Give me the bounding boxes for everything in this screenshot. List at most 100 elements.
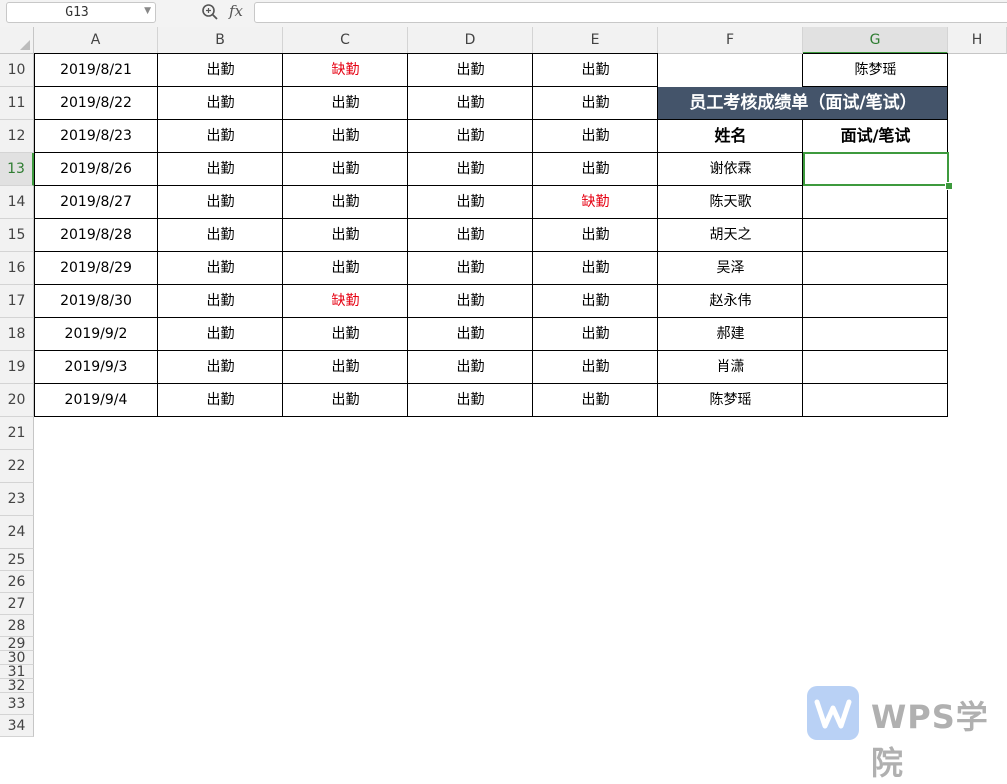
cell-c18[interactable]: 出勤 [283, 318, 408, 351]
cell-e10[interactable]: 出勤 [533, 54, 658, 87]
cell-a13[interactable]: 2019/8/26 [34, 153, 158, 186]
cell-b18[interactable]: 出勤 [158, 318, 283, 351]
row-header-28[interactable]: 28 [0, 615, 34, 637]
cell-c20[interactable]: 出勤 [283, 384, 408, 417]
fx-icon[interactable]: fx [229, 2, 243, 20]
cell-a14[interactable]: 2019/8/27 [34, 186, 158, 219]
cell-a17[interactable]: 2019/8/30 [34, 285, 158, 318]
cell-f17[interactable]: 赵永伟 [658, 285, 803, 318]
cell-g12[interactable]: 面试/笔试 [803, 120, 948, 153]
row-header-21[interactable]: 21 [0, 417, 34, 450]
cell-e20[interactable]: 出勤 [533, 384, 658, 417]
row-header-20[interactable]: 20 [0, 384, 34, 417]
cell-e11[interactable]: 出勤 [533, 87, 658, 120]
cell-d13[interactable]: 出勤 [408, 153, 533, 186]
row-header-32[interactable]: 32 [0, 679, 34, 693]
cell-d19[interactable]: 出勤 [408, 351, 533, 384]
row-header-17[interactable]: 17 [0, 285, 34, 318]
cell-c15[interactable]: 出勤 [283, 219, 408, 252]
cell-e12[interactable]: 出勤 [533, 120, 658, 153]
cell-b15[interactable]: 出勤 [158, 219, 283, 252]
cell-d12[interactable]: 出勤 [408, 120, 533, 153]
column-header-a[interactable]: A [34, 27, 158, 54]
cell-d11[interactable]: 出勤 [408, 87, 533, 120]
row-header-12[interactable]: 12 [0, 120, 34, 153]
row-header-34[interactable]: 34 [0, 715, 34, 737]
row-header-16[interactable]: 16 [0, 252, 34, 285]
cell-a12[interactable]: 2019/8/23 [34, 120, 158, 153]
row-header-27[interactable]: 27 [0, 593, 34, 615]
row-header-15[interactable]: 15 [0, 219, 34, 252]
cell-e19[interactable]: 出勤 [533, 351, 658, 384]
column-header-e[interactable]: E [533, 27, 658, 54]
cell-e17[interactable]: 出勤 [533, 285, 658, 318]
row-header-30[interactable]: 30 [0, 651, 34, 665]
cell-e16[interactable]: 出勤 [533, 252, 658, 285]
row-header-18[interactable]: 18 [0, 318, 34, 351]
cell-e14[interactable]: 缺勤 [533, 186, 658, 219]
chevron-down-icon[interactable]: ▼ [144, 6, 151, 16]
cell-b10[interactable]: 出勤 [158, 54, 283, 87]
cell-a19[interactable]: 2019/9/3 [34, 351, 158, 384]
cell-a11[interactable]: 2019/8/22 [34, 87, 158, 120]
row-header-13[interactable]: 13 [0, 153, 34, 186]
cell-b16[interactable]: 出勤 [158, 252, 283, 285]
cell-c10[interactable]: 缺勤 [283, 54, 408, 87]
row-header-33[interactable]: 33 [0, 693, 34, 715]
cell-a10[interactable]: 2019/8/21 [34, 54, 158, 87]
cell-b14[interactable]: 出勤 [158, 186, 283, 219]
cell-f16[interactable]: 吴泽 [658, 252, 803, 285]
cell-e18[interactable]: 出勤 [533, 318, 658, 351]
cell-e13[interactable]: 出勤 [533, 153, 658, 186]
formula-input[interactable] [254, 2, 1007, 23]
cell-a20[interactable]: 2019/9/4 [34, 384, 158, 417]
row-header-22[interactable]: 22 [0, 450, 34, 483]
cell-c17[interactable]: 缺勤 [283, 285, 408, 318]
cell-d16[interactable]: 出勤 [408, 252, 533, 285]
column-header-b[interactable]: B [158, 27, 283, 54]
fill-handle[interactable] [945, 182, 953, 190]
cell-b12[interactable]: 出勤 [158, 120, 283, 153]
column-header-f[interactable]: F [658, 27, 803, 54]
row-header-11[interactable]: 11 [0, 87, 34, 120]
cell-d17[interactable]: 出勤 [408, 285, 533, 318]
cell-b13[interactable]: 出勤 [158, 153, 283, 186]
cell-f15[interactable]: 胡天之 [658, 219, 803, 252]
cell-f10[interactable] [658, 54, 803, 87]
cell-g15[interactable] [803, 219, 948, 252]
select-all-corner[interactable] [0, 27, 34, 54]
cell-g17[interactable] [803, 285, 948, 318]
cell-b19[interactable]: 出勤 [158, 351, 283, 384]
cell-g14[interactable] [803, 186, 948, 219]
cell-d15[interactable]: 出勤 [408, 219, 533, 252]
cell-f12[interactable]: 姓名 [658, 120, 803, 153]
cell-b11[interactable]: 出勤 [158, 87, 283, 120]
column-header-g[interactable]: G [803, 27, 948, 54]
cell-d20[interactable]: 出勤 [408, 384, 533, 417]
cell-d14[interactable]: 出勤 [408, 186, 533, 219]
cell-c13[interactable]: 出勤 [283, 153, 408, 186]
cell-f13[interactable]: 谢依霖 [658, 153, 803, 186]
column-header-c[interactable]: C [283, 27, 408, 54]
column-header-h[interactable]: H [948, 27, 1007, 54]
merged-title-cell[interactable]: 员工考核成绩单（面试/笔试） [658, 87, 948, 120]
cell-d18[interactable]: 出勤 [408, 318, 533, 351]
row-header-19[interactable]: 19 [0, 351, 34, 384]
cell-c16[interactable]: 出勤 [283, 252, 408, 285]
cell-f19[interactable]: 肖潇 [658, 351, 803, 384]
column-header-d[interactable]: D [408, 27, 533, 54]
cell-a18[interactable]: 2019/9/2 [34, 318, 158, 351]
cell-c12[interactable]: 出勤 [283, 120, 408, 153]
row-header-31[interactable]: 31 [0, 665, 34, 679]
cell-d10[interactable]: 出勤 [408, 54, 533, 87]
row-header-29[interactable]: 29 [0, 637, 34, 651]
cell-c14[interactable]: 出勤 [283, 186, 408, 219]
row-header-23[interactable]: 23 [0, 483, 34, 516]
cell-e15[interactable]: 出勤 [533, 219, 658, 252]
row-header-10[interactable]: 10 [0, 54, 34, 87]
cell-f14[interactable]: 陈天歌 [658, 186, 803, 219]
zoom-icon[interactable] [201, 3, 219, 21]
cell-g16[interactable] [803, 252, 948, 285]
cell-c11[interactable]: 出勤 [283, 87, 408, 120]
row-header-25[interactable]: 25 [0, 549, 34, 571]
